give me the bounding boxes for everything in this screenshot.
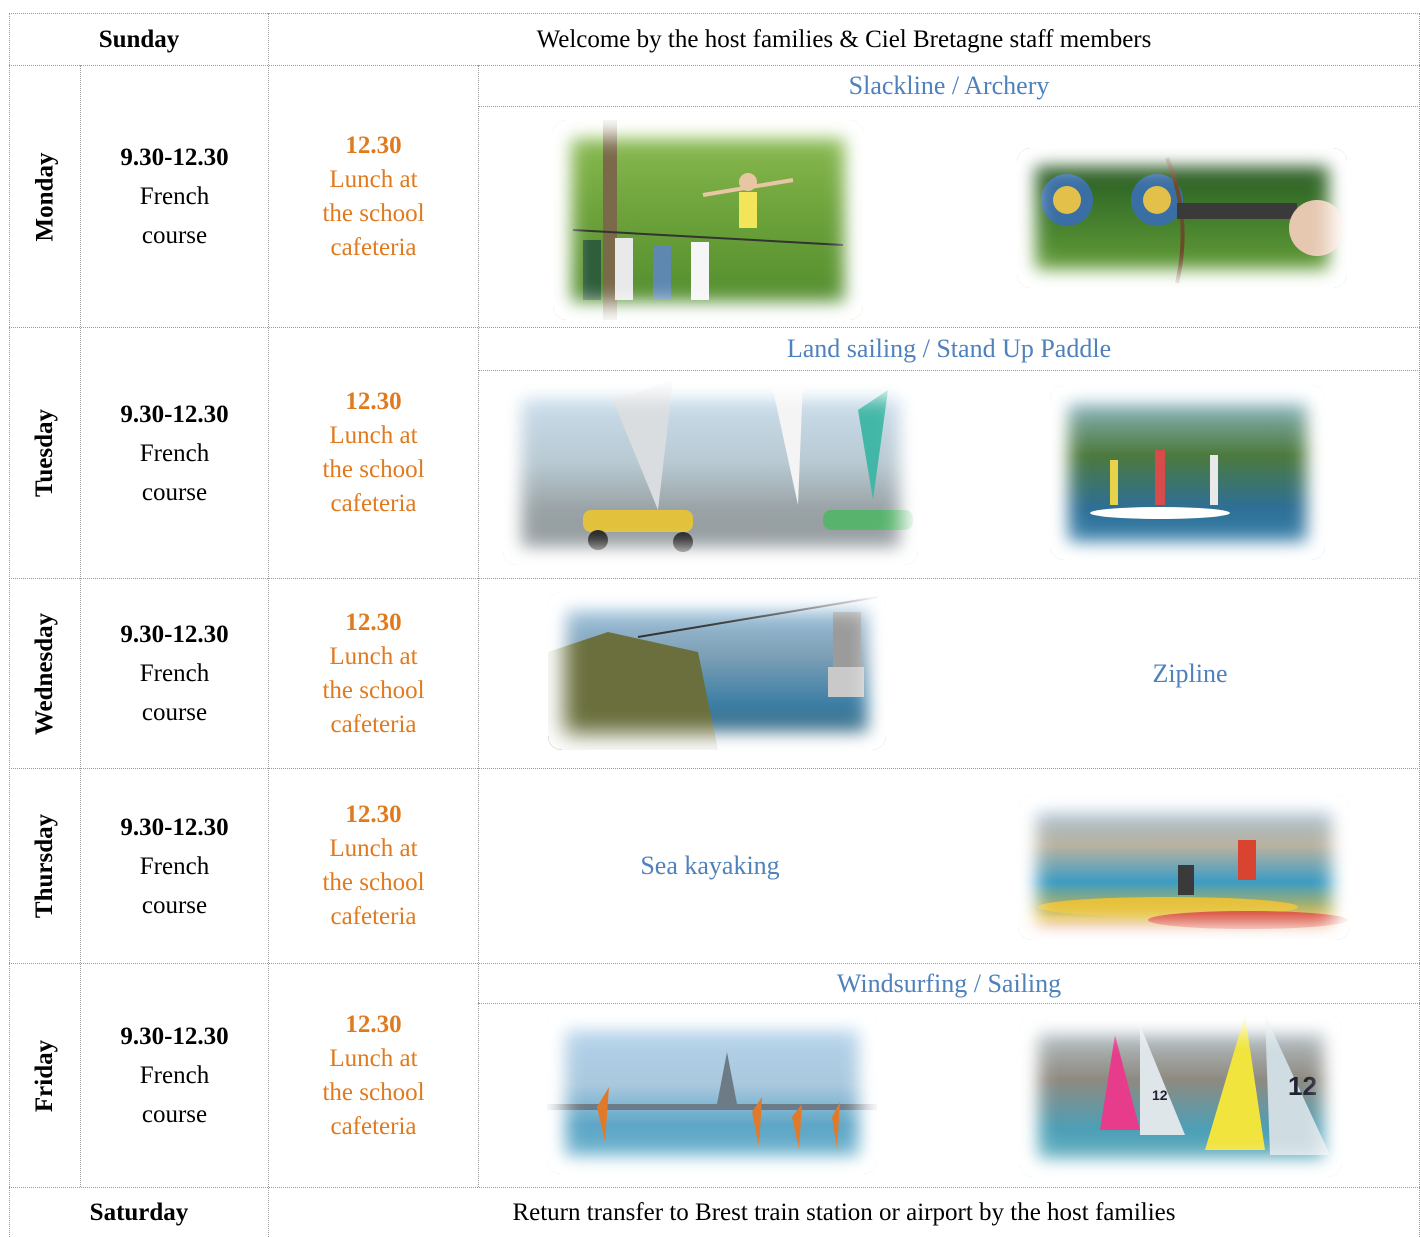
saturday-description: Return transfer to Brest train station o… <box>512 1198 1176 1226</box>
lunch-cell: 12.30 Lunch at the school cafeteria <box>269 66 478 327</box>
archery-targets <box>1041 157 1345 284</box>
sailing-scene: 12 12 <box>1100 1015 1330 1155</box>
activity-title: Land sailing / Stand Up Paddle <box>786 334 1112 363</box>
course-cell: 9.30-12.30 French course <box>81 964 268 1187</box>
lunch-label: Lunch at <box>329 1044 418 1072</box>
course-label: course <box>141 891 208 919</box>
day-label-saturday: Saturday <box>89 1198 189 1226</box>
course-label: course <box>141 699 208 726</box>
course-label: French <box>139 183 210 210</box>
archery-photo <box>1017 148 1347 288</box>
lunch-cell: 12.30 Lunch at the school cafeteria <box>269 964 478 1187</box>
slackline-photo <box>553 120 863 320</box>
lunch-label: the school <box>322 199 425 227</box>
day-label-sunday: Sunday <box>98 25 180 53</box>
day-label-tuesday: Tuesday <box>10 328 80 578</box>
lunch-cell: 12.30 Lunch at the school cafeteria <box>269 579 478 768</box>
activity-title: Windsurfing / Sailing <box>836 968 1062 998</box>
windsurf-scene <box>547 1052 877 1150</box>
grid-line <box>478 1003 1420 1004</box>
zipline-photo <box>548 592 886 750</box>
lunch-label: cafeteria <box>330 710 417 738</box>
lunch-label: the school <box>322 456 425 483</box>
land-sailing-photo <box>503 380 918 565</box>
course-time: 9.30-12.30 <box>120 813 229 841</box>
schedule-table: Sunday Welcome by the host families & Ci… <box>0 0 1420 1237</box>
course-label: French <box>139 1062 210 1089</box>
lunch-label: the school <box>322 676 425 704</box>
windsurfing-photo <box>547 1012 877 1174</box>
activity-title: Zipline <box>1152 658 1228 688</box>
lunch-time: 12.30 <box>345 801 402 828</box>
sail-number-text: 12 <box>1288 1071 1317 1101</box>
course-label: course <box>141 478 208 506</box>
grid-line <box>478 106 1420 107</box>
course-time: 9.30-12.30 <box>120 144 229 171</box>
lunch-label: cafeteria <box>330 903 417 930</box>
slackline-figures <box>572 120 844 320</box>
zipline-scene <box>548 596 879 750</box>
day-label-text: Friday <box>31 1039 58 1112</box>
paddle-figures <box>1090 450 1230 519</box>
land-sailing-sails <box>583 380 913 552</box>
day-label-text: Monday <box>31 152 58 241</box>
lunch-label: the school <box>322 869 425 896</box>
course-cell: 9.30-12.30 French course <box>81 769 268 963</box>
lunch-label: Lunch at <box>329 422 418 449</box>
lunch-label: Lunch at <box>329 642 418 670</box>
lunch-label: the school <box>322 1078 425 1106</box>
day-label-thursday: Thursday <box>10 769 80 963</box>
course-cell: 9.30-12.30 French course <box>81 328 268 578</box>
course-label: course <box>141 1101 208 1128</box>
course-cell: 9.30-12.30 French course <box>81 579 268 768</box>
sail-number-text: 12 <box>1152 1087 1168 1103</box>
course-label: course <box>141 222 208 249</box>
activity-title: Sea kayaking <box>640 851 780 880</box>
grid-line <box>478 65 479 1187</box>
lunch-cell: 12.30 Lunch at the school cafeteria <box>269 769 478 963</box>
sunday-description: Welcome by the host families & Ciel Bret… <box>536 25 1152 53</box>
day-label-wednesday: Wednesday <box>10 579 80 768</box>
day-label-text: Tuesday <box>31 408 59 498</box>
lunch-label: Lunch at <box>329 835 418 862</box>
day-label-monday: Monday <box>10 66 80 327</box>
course-label: French <box>139 660 210 687</box>
stand-up-paddle-photo <box>1050 385 1325 560</box>
sailing-photo: 12 12 <box>1020 1015 1342 1177</box>
lunch-label: Lunch at <box>329 165 418 193</box>
day-label-text: Wednesday <box>31 612 59 735</box>
course-time: 9.30-12.30 <box>120 621 229 648</box>
course-label: French <box>139 439 210 467</box>
activity-title: Slackline / Archery <box>848 71 1050 100</box>
sea-kayaking-photo <box>1018 795 1350 940</box>
lunch-label: cafeteria <box>330 490 417 517</box>
lunch-time: 12.30 <box>345 608 402 636</box>
kayak-scene <box>1038 840 1348 929</box>
lunch-time: 12.30 <box>345 388 402 415</box>
day-label-friday: Friday <box>10 964 80 1187</box>
lunch-label: cafeteria <box>330 1112 417 1140</box>
course-label: French <box>139 852 210 880</box>
course-time: 9.30-12.30 <box>120 400 229 428</box>
course-cell: 9.30-12.30 French course <box>81 66 268 327</box>
lunch-label: cafeteria <box>330 233 417 261</box>
course-time: 9.30-12.30 <box>120 1023 229 1050</box>
lunch-cell: 12.30 Lunch at the school cafeteria <box>269 328 478 578</box>
lunch-time: 12.30 <box>345 1010 402 1038</box>
lunch-time: 12.30 <box>345 131 402 159</box>
day-label-text: Thursday <box>31 813 58 919</box>
grid-line <box>478 370 1420 371</box>
